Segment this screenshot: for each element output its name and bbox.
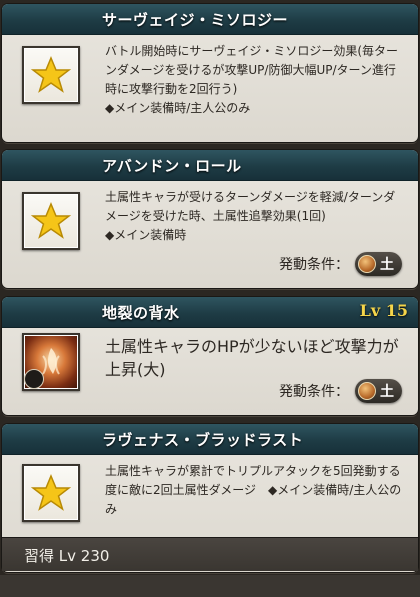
learn-level-bar: 習得 Lv 230 — [2, 537, 418, 571]
card-header: サーヴェイジ・ミソロジー — [2, 4, 418, 35]
skill-title: ラヴェナス・ブラッドラスト — [102, 431, 304, 449]
skill-description: 土属性キャラが累計でトリプルアタックを5回発動する度に敵に2回土属性ダメージ ◆… — [105, 464, 402, 516]
skill-icon-frame — [22, 333, 80, 391]
bottom-divider — [0, 575, 420, 597]
condition-label: 発動条件： — [279, 257, 349, 273]
learn-level-label: 習得 Lv 230 — [24, 547, 110, 565]
skill-title: サーヴェイジ・ミソロジー — [102, 11, 289, 29]
activation-condition: 発動条件： 土 — [279, 379, 402, 403]
skill-level: Lv 15 — [359, 301, 408, 320]
earth-element-icon — [358, 255, 376, 273]
skill-description: 土属性キャラのHPが少ないほど攻撃力が上昇(大) — [105, 337, 399, 379]
rank-arrow-icon — [24, 369, 44, 389]
skill-description: バトル開始時にサーヴェイジ・ミソロジー効果(毎ターンダメージを受けるが攻撃UP/… — [105, 44, 399, 115]
skill-card-chiretsu-haisui[interactable]: 地裂の背水 Lv 15 土属性キャラのHPが少ないほど攻撃力が上昇(大) 発動条… — [2, 297, 418, 415]
earth-element-icon — [358, 382, 376, 400]
card-header: アバンドン・ロール — [2, 150, 418, 181]
skill-description: 土属性キャラが受けるターンダメージを軽減/ターンダメージを受けた時、土属性追撃効… — [105, 190, 396, 242]
star-icon — [31, 56, 71, 93]
activation-condition: 発動条件： 土 — [279, 252, 402, 276]
skill-icon-frame — [22, 464, 80, 522]
star-icon — [31, 474, 71, 511]
condition-label: 発動条件： — [279, 384, 349, 400]
skill-card-abandon-roll[interactable]: アバンドン・ロール 土属性キャラが受けるターンダメージを軽減/ターンダメージを受… — [2, 150, 418, 288]
element-badge: 土 — [355, 379, 402, 403]
skill-title: アバンドン・ロール — [102, 157, 242, 175]
element-label: 土 — [380, 384, 394, 400]
card-header: 地裂の背水 Lv 15 — [2, 297, 418, 328]
skill-icon-frame — [22, 192, 80, 250]
element-label: 土 — [380, 257, 394, 273]
element-badge: 土 — [355, 252, 402, 276]
skill-icon-frame — [22, 46, 80, 104]
skill-title: 地裂の背水 — [102, 304, 180, 322]
card-header: ラヴェナス・ブラッドラスト — [2, 424, 418, 455]
skill-card-savage-mythology[interactable]: サーヴェイジ・ミソロジー バトル開始時にサーヴェイジ・ミソロジー効果(毎ターンダ… — [2, 4, 418, 142]
star-icon — [31, 202, 71, 239]
